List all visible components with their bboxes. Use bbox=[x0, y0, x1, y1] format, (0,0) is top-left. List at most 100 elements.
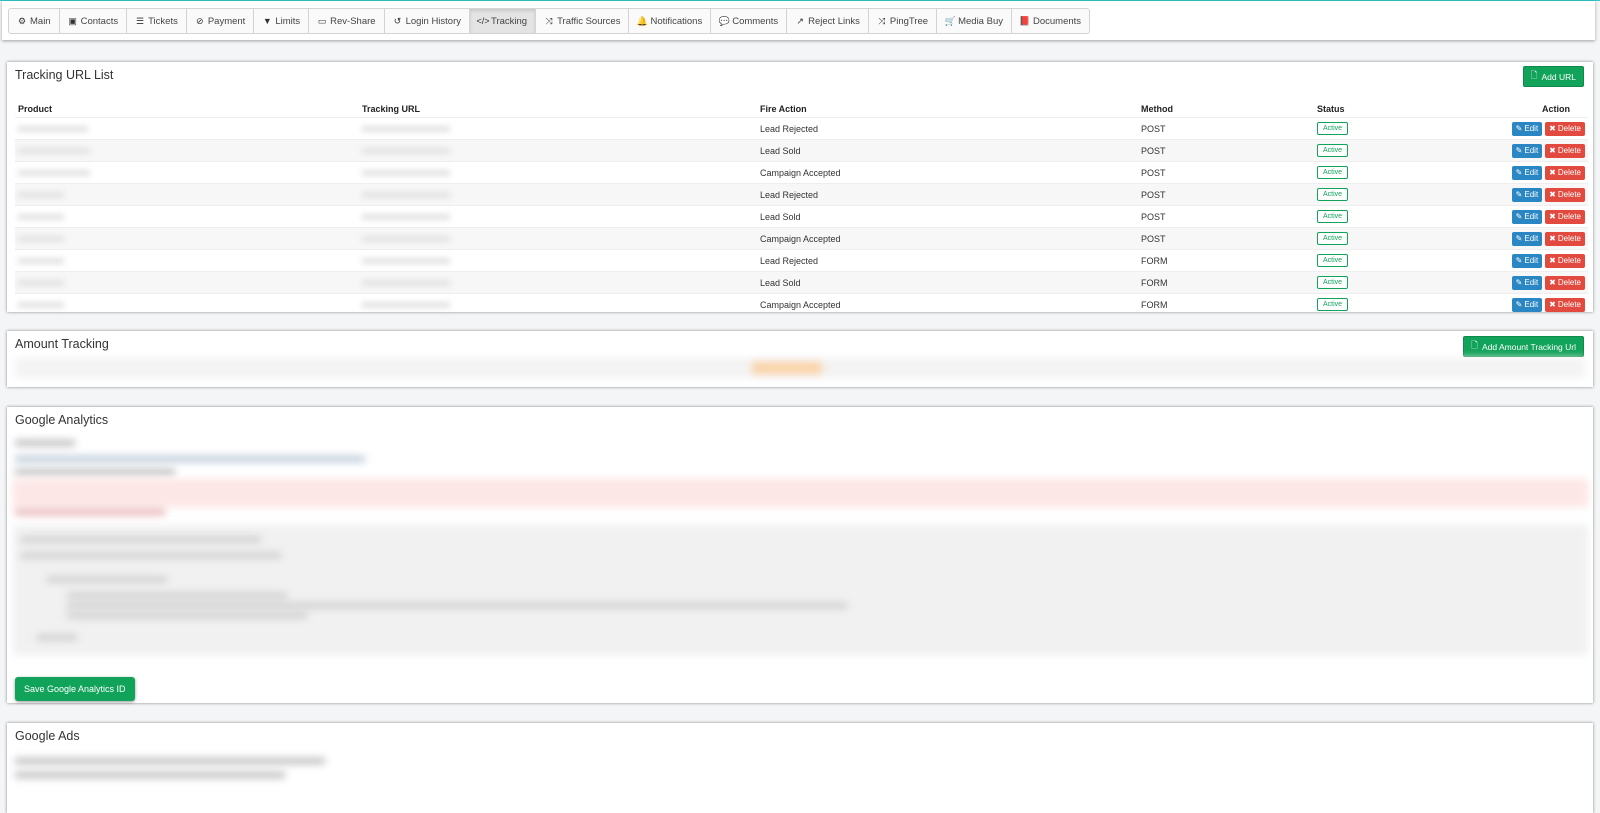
delete-button[interactable]: ✖ Delete bbox=[1545, 231, 1585, 246]
random-icon: ⤨ bbox=[545, 15, 553, 26]
blurred-text bbox=[18, 301, 64, 308]
product-cell bbox=[15, 117, 359, 140]
tab-pingtree[interactable]: ⤨ PingTree bbox=[869, 9, 938, 33]
edit-button[interactable]: ✎ Edit bbox=[1511, 187, 1543, 202]
edit-icon: ✎ bbox=[1515, 256, 1523, 265]
blurred-text bbox=[15, 509, 165, 515]
blurred-text bbox=[362, 169, 450, 176]
book-icon: 📕 bbox=[1019, 15, 1031, 26]
table-row: Lead Rejected POST Active ✎ Edit ✖ Delete bbox=[15, 183, 1588, 206]
blurred-code-block bbox=[13, 525, 1588, 655]
blurred-text bbox=[362, 125, 450, 132]
delete-button[interactable]: ✖ Delete bbox=[1545, 275, 1585, 290]
blurred-text bbox=[15, 772, 285, 778]
tab-label: Comments bbox=[732, 15, 779, 27]
tab-documents[interactable]: 📕 Documents bbox=[1012, 9, 1089, 33]
table-row: Lead Sold FORM Active ✎ Edit ✖ Delete bbox=[15, 271, 1588, 294]
edit-button[interactable]: ✎ Edit bbox=[1511, 253, 1543, 268]
tab-comments[interactable]: 💬 Comments bbox=[711, 9, 788, 33]
delete-button[interactable]: ✖ Delete bbox=[1545, 297, 1585, 312]
edit-button[interactable]: ✎ Edit bbox=[1511, 297, 1543, 312]
google-analytics-panel: Google Analytics Save Google Analytics I… bbox=[7, 407, 1593, 703]
blurred-text bbox=[362, 213, 450, 220]
delete-button[interactable]: ✖ Delete bbox=[1545, 253, 1585, 268]
edit-button[interactable]: ✎ Edit bbox=[1511, 143, 1543, 158]
status-badge: Active bbox=[1317, 254, 1349, 267]
fire-action-cell: Lead Sold bbox=[757, 271, 1138, 294]
delete-button[interactable]: ✖ Delete bbox=[1545, 165, 1585, 180]
cart-icon: 🛒 bbox=[944, 15, 956, 26]
edit-icon: ✎ bbox=[1515, 234, 1523, 243]
tracking-url-cell bbox=[359, 139, 757, 162]
table-row: Campaign Accepted POST Active ✎ Edit ✖ Delete bbox=[15, 161, 1588, 184]
action-cell: ✎ Edit ✖ Delete bbox=[1470, 249, 1588, 272]
edit-button[interactable]: ✎ Edit bbox=[1511, 209, 1543, 224]
tab-label: Media Buy bbox=[958, 15, 1003, 27]
tab-payment[interactable]: ⊘ Payment bbox=[187, 9, 255, 33]
edit-button[interactable]: ✎ Edit bbox=[1511, 165, 1543, 180]
tab-label: Limits bbox=[275, 15, 301, 27]
method-cell: POST bbox=[1138, 183, 1314, 206]
status-badge: Active bbox=[1317, 210, 1349, 223]
add-url-button[interactable]: 🗋 Add URL bbox=[1522, 66, 1584, 87]
close-icon: ✖ bbox=[1549, 278, 1556, 287]
delete-button[interactable]: ✖ Delete bbox=[1545, 209, 1585, 224]
fire-action-cell: Campaign Accepted bbox=[757, 227, 1138, 250]
blurred-text bbox=[362, 235, 450, 242]
method-cell: POST bbox=[1138, 227, 1314, 250]
amount-tracking-panel: Amount Tracking 🗋 Add Amount Tracking Ur… bbox=[7, 331, 1593, 387]
blurred-text bbox=[18, 125, 88, 132]
add-amount-tracking-url-button[interactable]: 🗋 Add Amount Tracking Url bbox=[1463, 336, 1584, 357]
edit-button[interactable]: ✎ Edit bbox=[1511, 121, 1543, 136]
blurred-text bbox=[18, 235, 64, 242]
product-cell bbox=[15, 249, 359, 272]
blurred-text bbox=[18, 279, 64, 286]
tab-tracking[interactable]: </> Tracking bbox=[470, 9, 537, 33]
tab-label: Login History bbox=[405, 15, 462, 27]
edit-icon: ✎ bbox=[1515, 124, 1523, 133]
blurred-text bbox=[21, 537, 261, 542]
action-cell: ✎ Edit ✖ Delete bbox=[1470, 293, 1588, 315]
edit-button[interactable]: ✎ Edit bbox=[1511, 275, 1543, 290]
tab-media-buy[interactable]: 🛒 Media Buy bbox=[937, 9, 1012, 33]
fire-action-cell: Campaign Accepted bbox=[757, 293, 1138, 315]
edit-icon: ✎ bbox=[1515, 212, 1523, 221]
close-icon: ✖ bbox=[1549, 124, 1556, 133]
tab-login-history[interactable]: ↺ Login History bbox=[385, 9, 471, 33]
tab-main[interactable]: ⚙ Main bbox=[9, 9, 60, 33]
method-cell: FORM bbox=[1138, 293, 1314, 315]
fire-action-cell: Lead Rejected bbox=[757, 183, 1138, 206]
tracking-url-cell bbox=[359, 161, 757, 184]
blurred-text bbox=[67, 603, 847, 608]
delete-button[interactable]: ✖ Delete bbox=[1545, 121, 1585, 136]
tab-label: Documents bbox=[1032, 15, 1082, 27]
bell-icon: 🔔 bbox=[636, 15, 649, 26]
close-icon: ✖ bbox=[1549, 300, 1556, 309]
action-cell: ✎ Edit ✖ Delete bbox=[1470, 117, 1588, 140]
edit-button[interactable]: ✎ Edit bbox=[1511, 231, 1543, 246]
blurred-text bbox=[362, 279, 450, 286]
top-nav-bar: ⚙ Main ▣ Contacts ☰ Tickets ⊘ Payment ▼ Limits ▭ Re… bbox=[2, 1, 1595, 40]
tab-tickets[interactable]: ☰ Tickets bbox=[127, 9, 187, 33]
fire-action-cell: Lead Rejected bbox=[757, 249, 1138, 272]
tab-limits[interactable]: ▼ Limits bbox=[254, 9, 310, 33]
blurred-text bbox=[47, 577, 167, 582]
cogs-icon: ⚙ bbox=[17, 15, 27, 26]
history-icon: ↺ bbox=[393, 15, 402, 26]
save-google-analytics-button[interactable]: Save Google Analytics ID bbox=[15, 677, 135, 701]
tracking-url-cell bbox=[359, 117, 757, 140]
tab-reject-links[interactable]: ↗ Reject Links bbox=[787, 9, 869, 33]
status-badge: Active bbox=[1317, 122, 1349, 135]
edit-icon: ✎ bbox=[1515, 278, 1523, 287]
table-row: Campaign Accepted FORM Active ✎ Edit ✖ Delete bbox=[15, 293, 1588, 315]
tab-notifications[interactable]: 🔔 Notifications bbox=[629, 9, 712, 33]
file-icon: 🗋 bbox=[1530, 69, 1538, 80]
delete-button[interactable]: ✖ Delete bbox=[1545, 143, 1585, 158]
tab-rev-share[interactable]: ▭ Rev-Share bbox=[309, 9, 385, 33]
tab-contacts[interactable]: ▣ Contacts bbox=[60, 9, 128, 33]
tab-traffic-sources[interactable]: ⤨ Traffic Sources bbox=[536, 9, 630, 33]
list-icon: ☰ bbox=[136, 15, 145, 26]
action-cell: ✎ Edit ✖ Delete bbox=[1470, 161, 1588, 184]
delete-button[interactable]: ✖ Delete bbox=[1545, 187, 1585, 202]
product-cell bbox=[15, 293, 359, 315]
